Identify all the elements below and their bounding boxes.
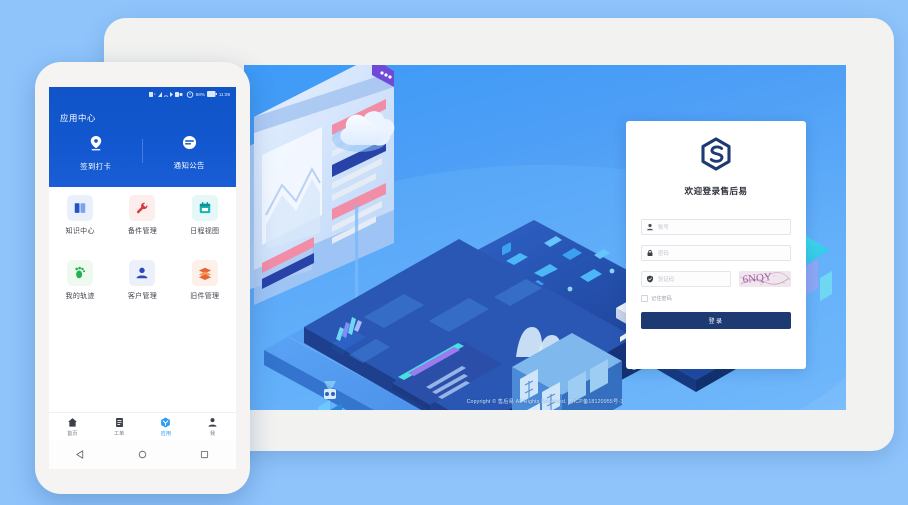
- app-tile-label: 备件管理: [127, 228, 158, 235]
- app-tile-label: 旧件管理: [190, 293, 220, 300]
- tab-label: 我: [210, 431, 216, 437]
- app-tile-oldparts[interactable]: 旧件管理: [174, 260, 236, 301]
- phone-header: ⁵ 68% 11:08 应用中心 签到打卡 通知公告: [49, 87, 236, 187]
- app-grid: 知识中心 备件管理 日程视图 我的轨迹 客户管理 旧件管理: [49, 195, 236, 325]
- battery-percent: 68%: [195, 91, 205, 97]
- app-tile-track[interactable]: 我的轨迹: [49, 260, 111, 301]
- quick-action-row: 签到打卡 通知公告: [49, 135, 236, 172]
- captcha-placeholder: 验证码: [658, 277, 675, 283]
- app-tile-label: 日程视图: [190, 228, 220, 235]
- system-nav-bar: [49, 441, 236, 469]
- captcha-field[interactable]: 验证码: [641, 271, 731, 287]
- app-tile-customer[interactable]: 客户管理: [111, 260, 173, 301]
- status-bar: ⁵ 68% 11:08: [49, 89, 236, 99]
- quick-action-label: 通知公告: [173, 161, 205, 170]
- page-title: 应用中心: [60, 113, 96, 123]
- tab-label: 应用: [160, 431, 172, 437]
- remember-label: 记住密码: [651, 296, 672, 302]
- login-card: 欢迎登录售后易 账号 密码 验证码 6NQY 记住密码 登录: [626, 121, 806, 369]
- order-icon: [115, 417, 123, 428]
- battery-icon: [206, 91, 217, 97]
- captcha-image[interactable]: 6NQY: [739, 271, 791, 287]
- tab-apps[interactable]: 应用: [143, 417, 190, 437]
- user-icon: [642, 223, 658, 231]
- home-circle-icon[interactable]: [138, 446, 147, 464]
- tab-label: 工单: [113, 431, 125, 437]
- hexagon-s-logo: [699, 137, 733, 176]
- remember-password-row[interactable]: 记住密码: [641, 295, 672, 302]
- app-tile-knowledge[interactable]: 知识中心: [49, 195, 111, 236]
- user-icon: [208, 418, 217, 427]
- tab-me[interactable]: 我: [189, 417, 236, 437]
- login-button[interactable]: 登录: [641, 312, 791, 329]
- quick-action-notice[interactable]: 通知公告: [143, 135, 237, 172]
- lock-icon: [642, 249, 658, 257]
- tab-orders[interactable]: 工单: [96, 417, 143, 437]
- app-tile-schedule[interactable]: 日程视图: [174, 195, 236, 236]
- copyright-text: Copyright © 售后易 All Rights Reserved. 粤IC…: [466, 399, 624, 405]
- showcase-stage: Copyright © 售后易 All Rights Reserved. 粤IC…: [0, 0, 908, 505]
- shield-icon: [642, 275, 658, 283]
- phone-screen: ⁵ 68% 11:08 应用中心 签到打卡 通知公告 知识中心 备件管理 日程视…: [49, 87, 236, 469]
- logo-wrap: [626, 137, 806, 176]
- footprint-icon: [67, 260, 94, 286]
- login-title: 欢迎登录售后易: [684, 186, 748, 196]
- tablet-screen: Copyright © 售后易 All Rights Reserved. 粤IC…: [244, 65, 846, 410]
- account-field[interactable]: 账号: [641, 219, 791, 235]
- svg-text:⁵: ⁵: [154, 92, 156, 97]
- account-placeholder: 账号: [658, 225, 669, 231]
- clock-time: 11:08: [218, 91, 230, 97]
- quick-action-label: 签到打卡: [80, 162, 112, 171]
- password-placeholder: 密码: [658, 251, 669, 257]
- bottom-tab-bar: 首页 工单 应用 我: [49, 412, 236, 441]
- app-tile-label: 客户管理: [127, 293, 158, 300]
- message-bubble-icon: [182, 135, 197, 155]
- status-left-icons: ⁵: [148, 91, 183, 98]
- password-field[interactable]: 密码: [641, 245, 791, 261]
- status-right-icons: 68% 11:08: [186, 90, 230, 98]
- home-icon: [67, 418, 77, 427]
- wrench-icon: [129, 195, 156, 221]
- phone-device: ⁵ 68% 11:08 应用中心 签到打卡 通知公告 知识中心 备件管理 日程视…: [35, 62, 250, 494]
- quick-action-checkin[interactable]: 签到打卡: [49, 135, 143, 172]
- book-icon: [67, 195, 94, 221]
- remember-checkbox[interactable]: [641, 295, 648, 302]
- apps-icon: [161, 417, 171, 428]
- person-icon: [129, 260, 156, 286]
- layers-icon: [191, 260, 218, 286]
- recents-square-icon[interactable]: [200, 446, 209, 464]
- app-tile-label: 知识中心: [65, 228, 95, 235]
- tab-home[interactable]: 首页: [49, 417, 96, 437]
- app-tile-label: 我的轨迹: [65, 293, 95, 300]
- tab-label: 首页: [67, 431, 78, 437]
- calendar-icon: [191, 195, 218, 221]
- sim-signal-icons: ⁵: [148, 91, 183, 97]
- back-triangle-icon[interactable]: [75, 446, 85, 464]
- alarm-icon: [186, 90, 193, 98]
- location-pin-icon: [89, 135, 103, 156]
- app-tile-spareparts[interactable]: 备件管理: [111, 195, 173, 236]
